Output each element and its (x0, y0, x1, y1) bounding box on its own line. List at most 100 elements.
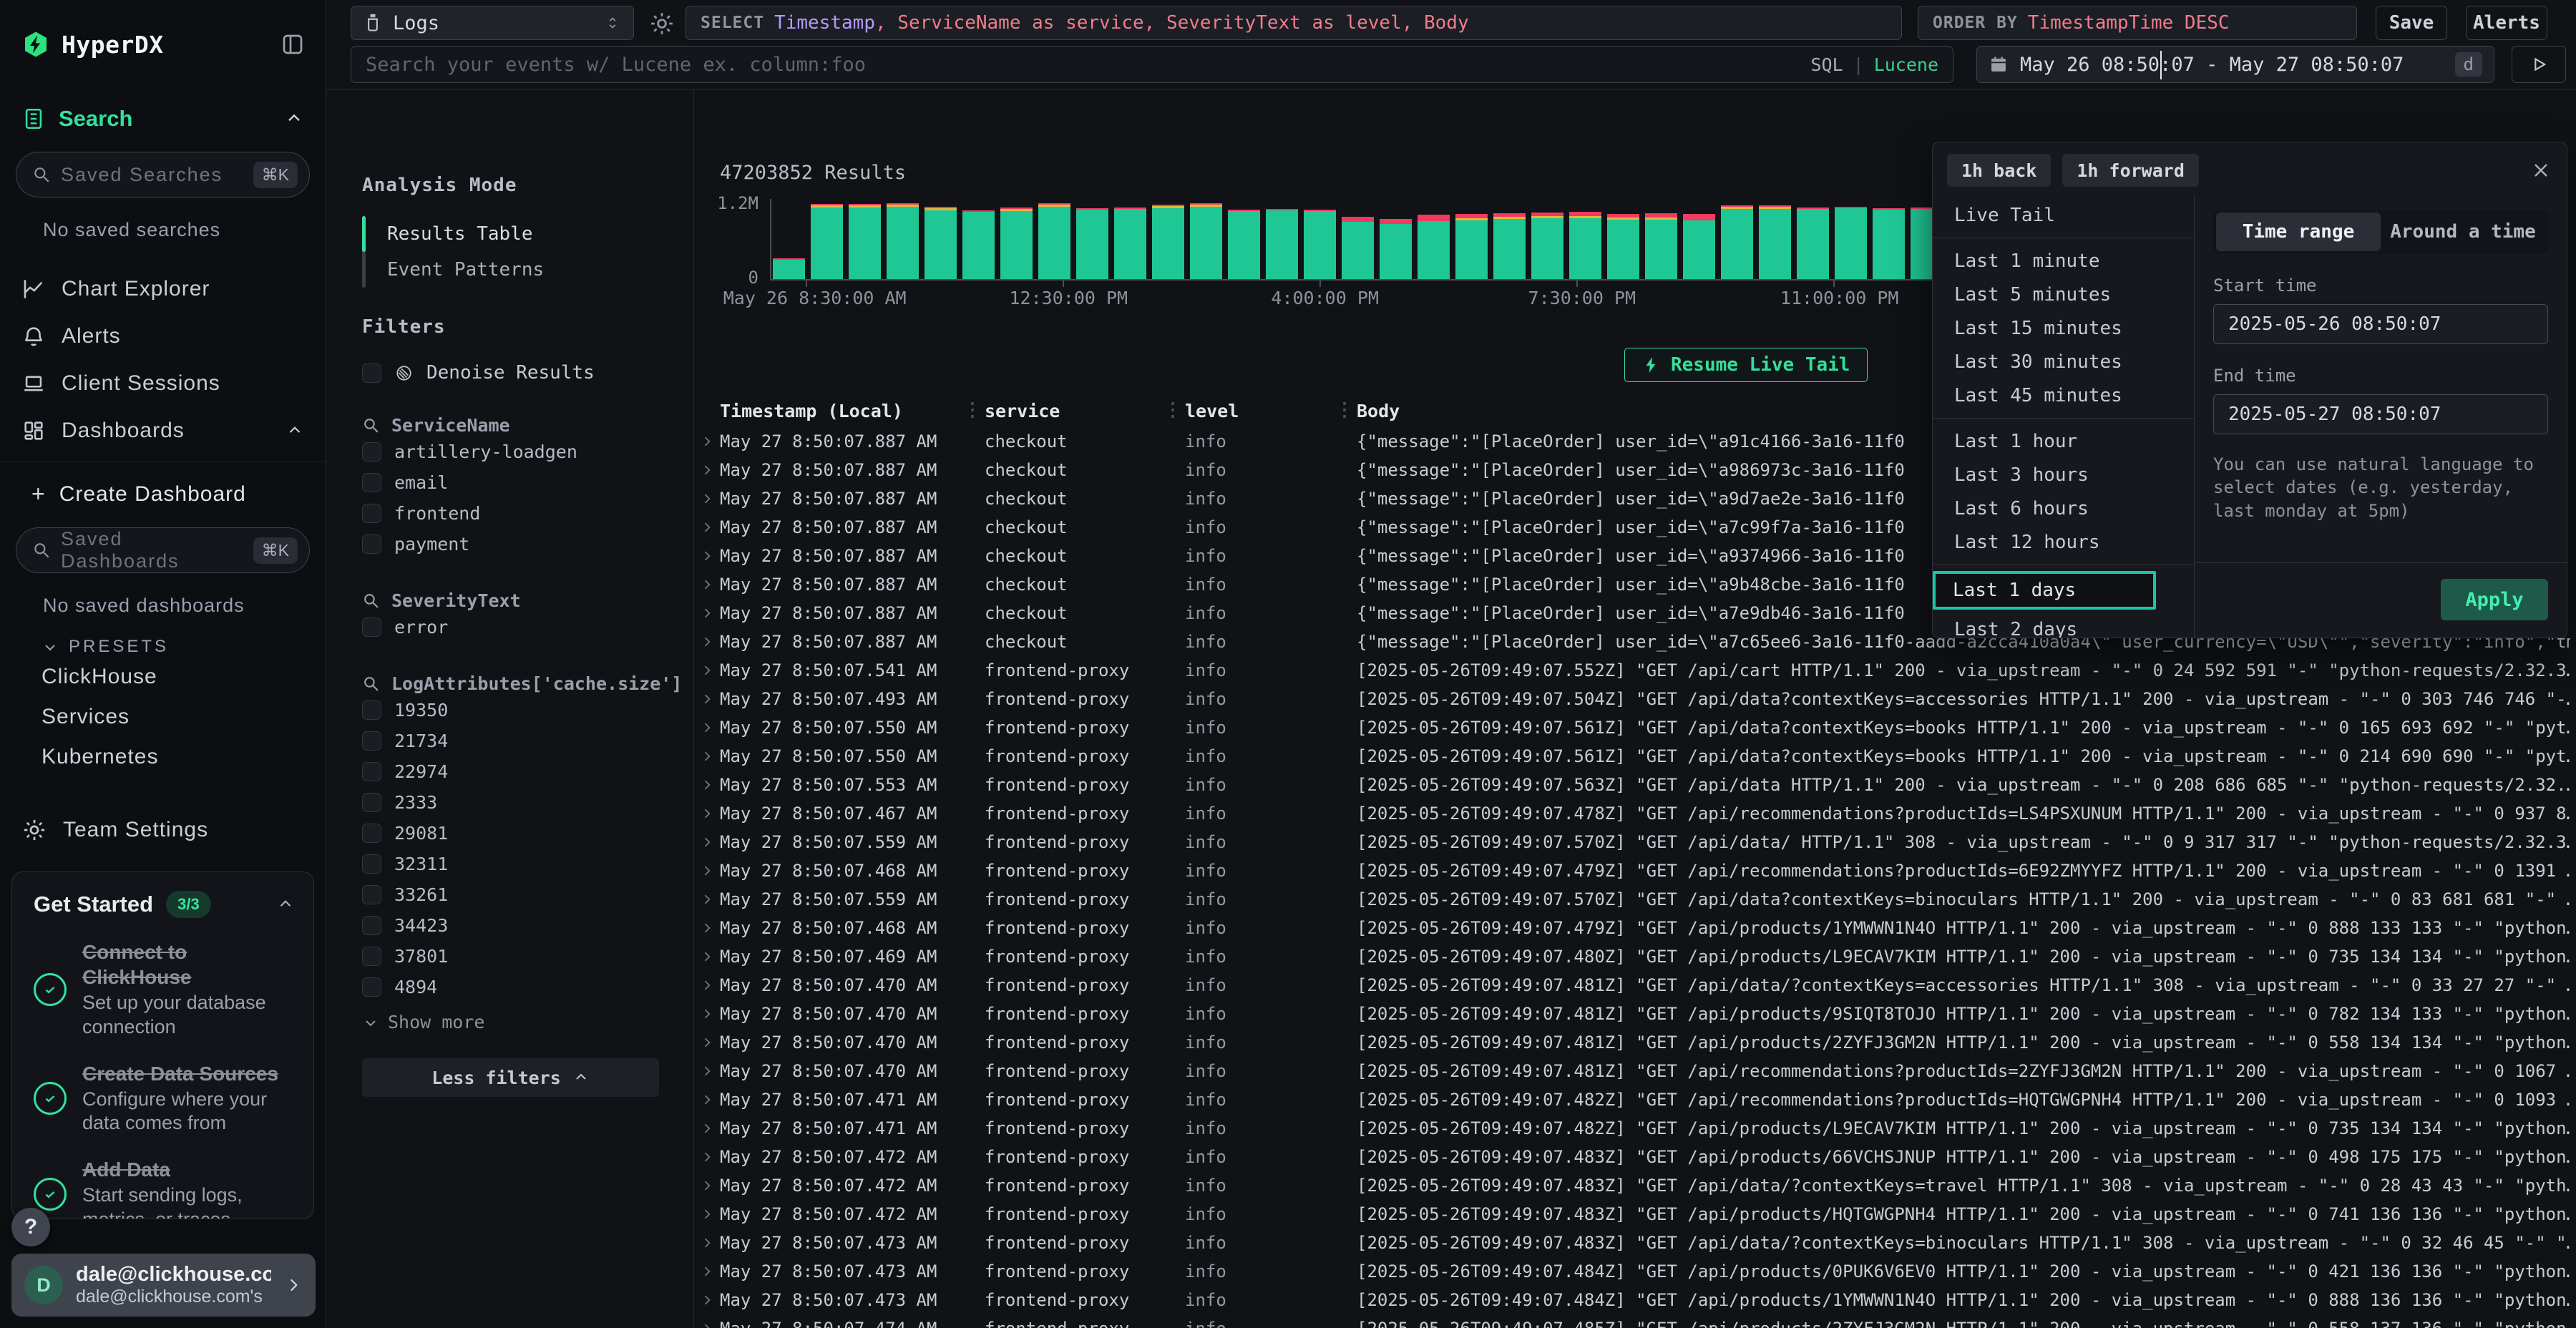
table-row[interactable]: May 27 8:50:07.470 AMfrontend-proxyinfo[… (694, 1029, 2576, 1058)
facet-value-checkbox[interactable]: 2333 (362, 788, 672, 817)
resume-live-tail-button[interactable]: Resume Live Tail (1624, 348, 1868, 382)
presets-header[interactable]: PRESETS (42, 637, 326, 657)
expand-row-icon[interactable] (700, 806, 714, 821)
expand-row-icon[interactable] (700, 549, 714, 563)
column-header-service[interactable]: service (985, 401, 1060, 421)
time-preset-last-1-days[interactable]: Last 1 days (1933, 571, 2156, 610)
time-preset-live-tail[interactable]: Live Tail (1933, 198, 2194, 232)
table-row[interactable]: May 27 8:50:07.470 AMfrontend-proxyinfo[… (694, 972, 2576, 1000)
facet-value-checkbox[interactable]: 32311 (362, 849, 672, 879)
facet-value-checkbox[interactable]: 29081 (362, 819, 672, 848)
table-row[interactable]: May 27 8:50:07.493 AMfrontend-proxyinfo[… (694, 685, 2576, 714)
end-time-input[interactable]: 2025-05-27 08:50:07 (2213, 394, 2548, 434)
expand-row-icon[interactable] (700, 520, 714, 534)
expand-row-icon[interactable] (700, 492, 714, 506)
table-row[interactable]: May 27 8:50:07.472 AMfrontend-proxyinfo[… (694, 1172, 2576, 1201)
expand-row-icon[interactable] (700, 1178, 714, 1193)
checkbox[interactable] (362, 824, 381, 843)
facet-value-checkbox[interactable]: 22974 (362, 757, 672, 786)
time-preset-last-5-minutes[interactable]: Last 5 minutes (1933, 278, 2194, 311)
time-preset-last-30-minutes[interactable]: Last 30 minutes (1933, 345, 2194, 379)
expand-row-icon[interactable] (700, 864, 714, 878)
table-row[interactable]: May 27 8:50:07.553 AMfrontend-proxyinfo[… (694, 771, 2576, 800)
expand-row-icon[interactable] (700, 635, 714, 649)
apply-button[interactable]: Apply (2441, 579, 2548, 620)
expand-row-icon[interactable] (700, 1093, 714, 1107)
sidebar-item-dashboards[interactable]: Dashboards (0, 407, 326, 454)
order-by-input[interactable]: ORDER BY TimestampTime DESC (1918, 6, 2357, 40)
less-filters-button[interactable]: Less filters (362, 1058, 659, 1097)
expand-row-icon[interactable] (700, 1322, 714, 1328)
preset-dashboard-kubernetes[interactable]: Kubernetes (0, 737, 326, 777)
chevron-up-icon[interactable] (276, 895, 295, 914)
checkbox[interactable] (362, 442, 381, 462)
run-query-button[interactable] (2512, 46, 2566, 83)
expand-row-icon[interactable] (700, 1150, 714, 1164)
denoise-results-checkbox[interactable]: Denoise Results (362, 362, 672, 384)
checkbox[interactable] (362, 762, 381, 781)
search-input[interactable]: Search your events w/ Lucene ex. column:… (351, 46, 1953, 83)
expand-row-icon[interactable] (700, 577, 714, 592)
saved-searches-input[interactable]: Saved Searches ⌘K (16, 152, 310, 197)
table-row[interactable]: May 27 8:50:07.472 AMfrontend-proxyinfo[… (694, 1201, 2576, 1229)
collapse-sidebar-icon[interactable] (280, 31, 306, 57)
time-preset-last-12-hours[interactable]: Last 12 hours (1933, 525, 2194, 559)
checkbox[interactable] (362, 534, 381, 554)
sidebar-item-chart-explorer[interactable]: Chart Explorer (0, 265, 326, 313)
facet-value-checkbox[interactable]: payment (362, 529, 672, 559)
table-row[interactable]: May 27 8:50:07.473 AMfrontend-proxyinfo[… (694, 1229, 2576, 1258)
expand-row-icon[interactable] (700, 978, 714, 992)
column-resize-handle[interactable]: ⋮ (963, 399, 982, 421)
column-header-body[interactable]: Body (1357, 401, 1400, 421)
checkbox[interactable] (362, 700, 381, 720)
facet-value-checkbox[interactable]: frontend (362, 499, 672, 528)
checkbox[interactable] (362, 854, 381, 874)
table-row[interactable]: May 27 8:50:07.467 AMfrontend-proxyinfo[… (694, 800, 2576, 829)
tab-time-range[interactable]: Time range (2216, 213, 2381, 251)
facet-value-checkbox[interactable]: 33261 (362, 880, 672, 909)
checkbox[interactable] (362, 363, 381, 383)
column-resize-handle[interactable]: ⋮ (1335, 399, 1354, 421)
table-row[interactable]: May 27 8:50:07.472 AMfrontend-proxyinfo[… (694, 1143, 2576, 1172)
time-preset-last-2-days[interactable]: Last 2 days (1933, 612, 2194, 638)
expand-row-icon[interactable] (700, 434, 714, 449)
expand-row-icon[interactable] (700, 1035, 714, 1050)
facet-value-checkbox[interactable]: 19350 (362, 695, 672, 725)
sidebar-item-team-settings[interactable]: Team Settings (0, 817, 326, 843)
shift-1h-back-button[interactable]: 1h back (1947, 154, 2051, 187)
table-row[interactable]: May 27 8:50:07.541 AMfrontend-proxyinfo[… (694, 657, 2576, 685)
expand-row-icon[interactable] (700, 1207, 714, 1221)
expand-row-icon[interactable] (700, 692, 714, 706)
get-started-item[interactable]: Add DataStart sending logs, metrics, or … (34, 1157, 295, 1219)
table-row[interactable]: May 27 8:50:07.473 AMfrontend-proxyinfo[… (694, 1286, 2576, 1315)
save-button[interactable]: Save (2376, 6, 2447, 40)
table-row[interactable]: May 27 8:50:07.473 AMfrontend-proxyinfo[… (694, 1258, 2576, 1286)
source-settings-gear-icon[interactable] (648, 10, 675, 37)
shift-1h-forward-button[interactable]: 1h forward (2062, 154, 2199, 187)
column-header-timestamp[interactable]: Timestamp (Local) (720, 401, 903, 421)
facet-value-checkbox[interactable]: 21734 (362, 726, 672, 756)
table-row[interactable]: May 27 8:50:07.471 AMfrontend-proxyinfo[… (694, 1086, 2576, 1115)
table-row[interactable]: May 27 8:50:07.470 AMfrontend-proxyinfo[… (694, 1000, 2576, 1029)
tab-around-a-time[interactable]: Around a time (2381, 213, 2545, 251)
preset-dashboard-clickhouse[interactable]: ClickHouse (0, 657, 326, 697)
sidebar-item-alerts[interactable]: Alerts (0, 313, 326, 360)
time-preset-last-3-hours[interactable]: Last 3 hours (1933, 458, 2194, 492)
time-preset-last-6-hours[interactable]: Last 6 hours (1933, 492, 2194, 525)
checkbox[interactable] (362, 504, 381, 523)
mode-results-table[interactable]: Results Table (387, 216, 544, 252)
preset-dashboard-services[interactable]: Services (0, 697, 326, 737)
close-icon[interactable] (2529, 159, 2552, 182)
expand-row-icon[interactable] (700, 949, 714, 964)
checkbox[interactable] (362, 793, 381, 812)
time-preset-last-15-minutes[interactable]: Last 15 minutes (1933, 311, 2194, 345)
get-started-header[interactable]: Get Started 3/3 (34, 891, 295, 918)
expand-row-icon[interactable] (700, 1121, 714, 1136)
table-row[interactable]: May 27 8:50:07.559 AMfrontend-proxyinfo[… (694, 829, 2576, 857)
expand-row-icon[interactable] (700, 663, 714, 678)
checkbox[interactable] (362, 473, 381, 492)
mode-event-patterns[interactable]: Event Patterns (387, 252, 544, 288)
facet-search-header[interactable]: ServiceName (362, 415, 672, 436)
alerts-button[interactable]: Alerts (2466, 6, 2547, 40)
expand-row-icon[interactable] (700, 1293, 714, 1307)
